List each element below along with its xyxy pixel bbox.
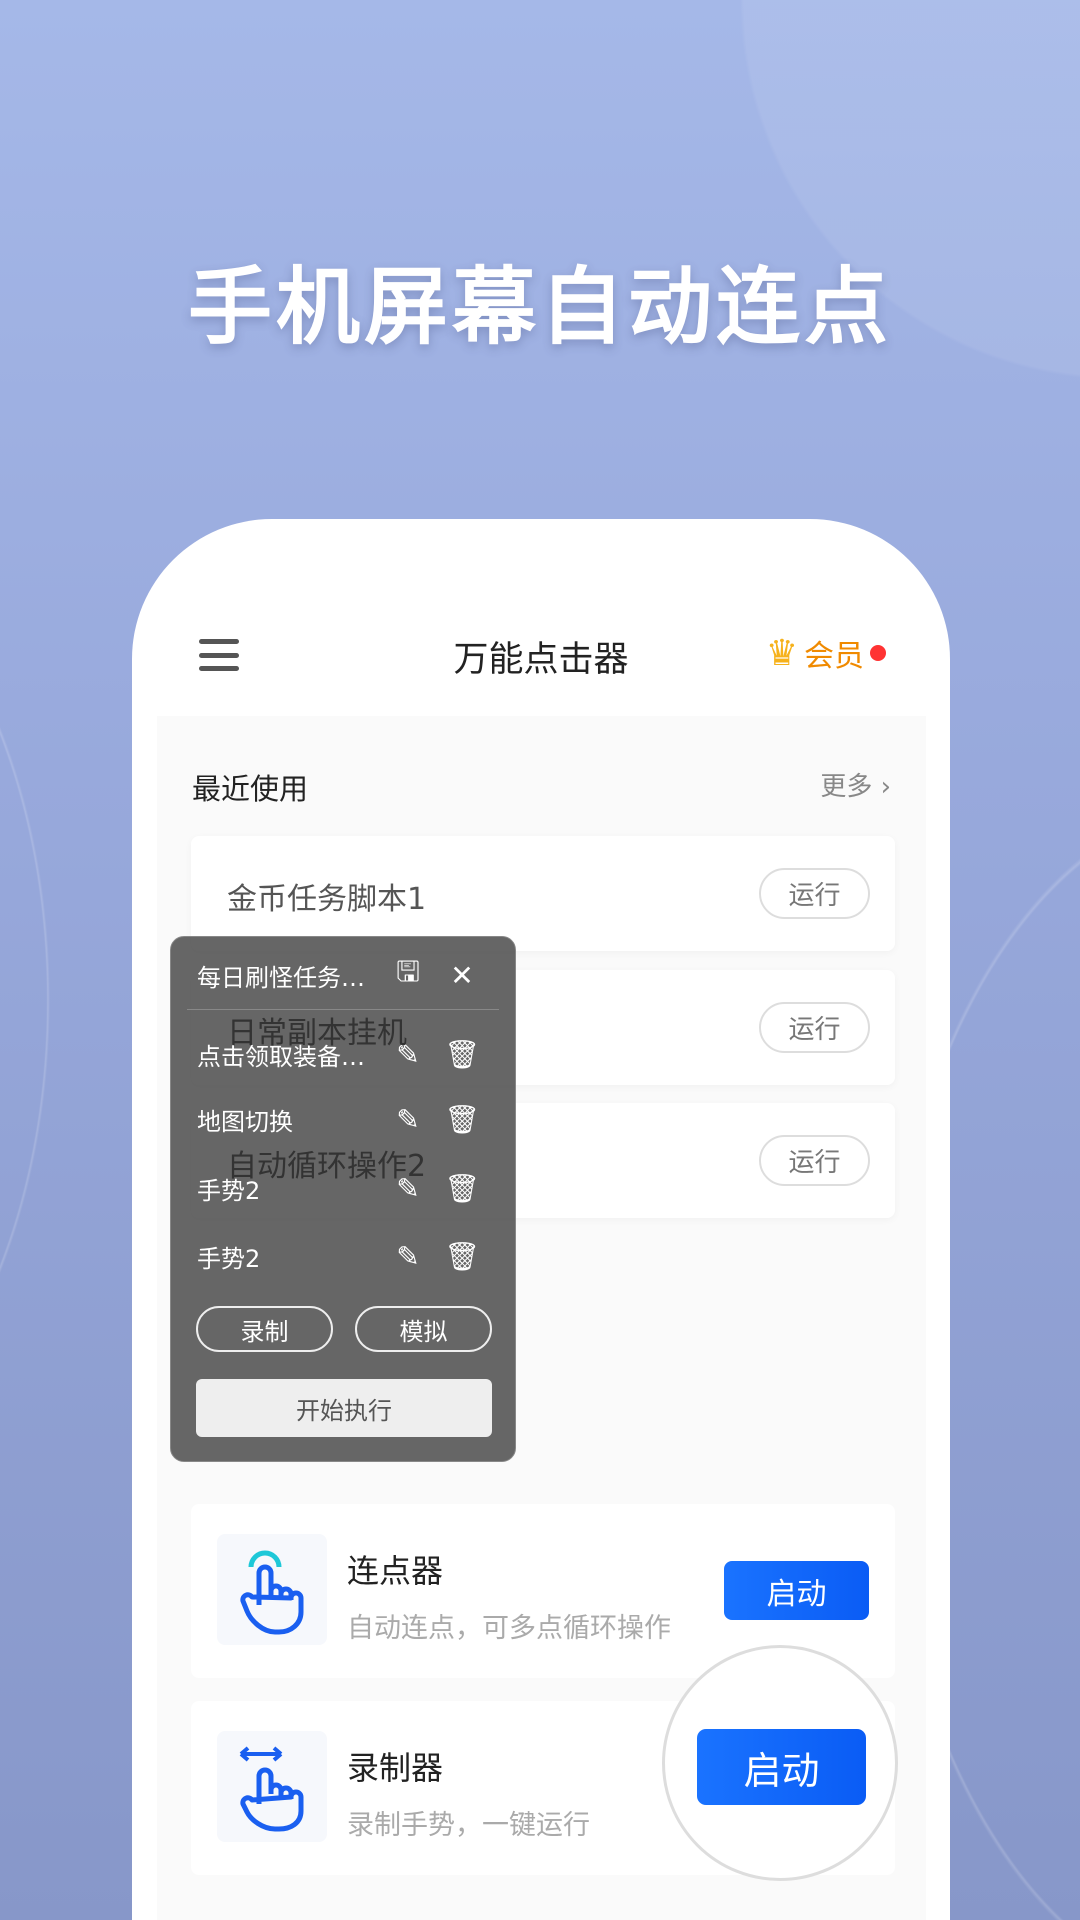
start-execution-button[interactable]: 开始执行 xyxy=(196,1379,492,1437)
trash-icon[interactable]: 🗑 xyxy=(435,1172,489,1205)
recent-item[interactable]: 金币任务脚本1 运行 xyxy=(191,836,895,951)
trash-icon[interactable]: 🗑 xyxy=(435,1240,489,1273)
tap-hand-icon xyxy=(217,1534,327,1645)
item-name: 日常副本挂机 xyxy=(227,1016,407,1051)
section-title: 最近使用 xyxy=(192,772,309,806)
swipe-hand-icon xyxy=(217,1731,327,1842)
run-button[interactable]: 运行 xyxy=(759,868,870,919)
vip-label: 会员 xyxy=(804,639,864,674)
edit-icon[interactable]: ✎ xyxy=(381,1103,435,1136)
panel-header: 每日刷怪任务… 🖫 ✕ xyxy=(197,955,489,995)
vip-button[interactable]: ♛ 会员 xyxy=(766,631,886,675)
item-name: 自动循环操作2 xyxy=(227,1149,427,1184)
run-button[interactable]: 运行 xyxy=(759,1002,870,1053)
step-row[interactable]: 手势2 ✎ 🗑 xyxy=(197,1236,489,1276)
trash-icon[interactable]: 🗑 xyxy=(435,1103,489,1136)
panel-title: 每日刷怪任务… xyxy=(197,963,365,992)
record-button[interactable]: 录制 xyxy=(196,1306,333,1352)
tool-title: 连点器 xyxy=(347,1552,444,1590)
edit-icon[interactable]: ✎ xyxy=(381,1240,435,1273)
simulate-button[interactable]: 模拟 xyxy=(355,1306,492,1352)
more-link[interactable]: 更多 › xyxy=(820,766,891,803)
step-label: 手势2 xyxy=(197,1244,261,1273)
save-icon[interactable]: 🖫 xyxy=(381,951,435,999)
start-button-highlighted[interactable]: 启动 xyxy=(697,1729,866,1805)
tool-subtitle: 录制手势，一键运行 xyxy=(347,1810,590,1841)
item-name: 金币任务脚本1 xyxy=(227,882,427,917)
trash-icon[interactable]: 🗑 xyxy=(435,1038,489,1071)
notification-dot xyxy=(870,645,886,661)
chevron-right-icon: › xyxy=(872,772,891,802)
more-label: 更多 xyxy=(820,772,873,802)
tool-title: 录制器 xyxy=(347,1749,444,1787)
tool-subtitle: 自动连点，可多点循环操作 xyxy=(347,1613,671,1644)
crown-icon: ♛ xyxy=(765,632,798,674)
run-button[interactable]: 运行 xyxy=(759,1135,870,1186)
step-row[interactable]: 地图切换 ✎ 🗑 xyxy=(197,1099,489,1139)
app-header: 万能点击器 ♛ 会员 xyxy=(132,519,950,716)
headline: 手机屏幕自动连点 xyxy=(187,258,892,356)
step-label: 地图切换 xyxy=(197,1107,293,1136)
start-button[interactable]: 启动 xyxy=(724,1561,869,1620)
close-icon[interactable]: ✕ xyxy=(435,959,489,992)
